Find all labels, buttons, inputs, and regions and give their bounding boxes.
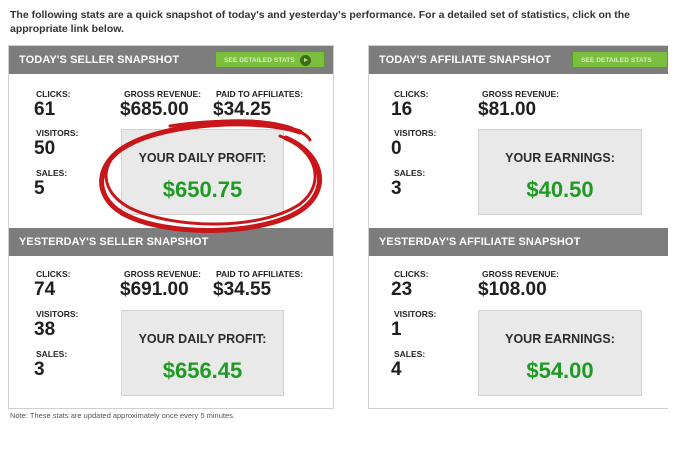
- gross-revenue-value: $685.00: [120, 99, 189, 120]
- gross-revenue-label: GROSS REVENUE:: [124, 269, 201, 279]
- clicks-value: 74: [34, 279, 56, 300]
- clicks-label: CLICKS:: [394, 269, 429, 279]
- gross-revenue-label: GROSS REVENUE:: [124, 89, 201, 99]
- gross-revenue-value: $691.00: [120, 279, 189, 300]
- sales-label: SALES:: [394, 168, 426, 178]
- intro-text: The following stats are a quick snapshot…: [10, 9, 630, 35]
- earnings-label: YOUR EARNINGS:: [505, 332, 615, 346]
- daily-profit-box: YOUR DAILY PROFIT: $656.45: [121, 310, 284, 396]
- visitors-value: 50: [34, 138, 56, 159]
- gross-revenue-label: GROSS REVENUE:: [482, 89, 559, 99]
- daily-profit-label: YOUR DAILY PROFIT:: [138, 151, 267, 165]
- paid-to-affiliates-label: PAID TO AFFILIATES:: [216, 89, 304, 99]
- paid-to-affiliates-value: $34.25: [213, 99, 272, 120]
- visitors-label: VISITORS:: [36, 309, 79, 319]
- seller-see-detailed-stats-button[interactable]: SEE DETAILED STATS: [215, 51, 325, 68]
- paid-to-affiliates-value: $34.55: [213, 279, 272, 300]
- affiliate-today-title: TODAY'S AFFILIATE SNAPSHOT: [379, 54, 552, 66]
- visitors-label: VISITORS:: [394, 128, 437, 138]
- gross-revenue-label: GROSS REVENUE:: [482, 269, 559, 279]
- affiliate-yesterday-title: YESTERDAY'S AFFILIATE SNAPSHOT: [379, 236, 581, 248]
- sales-value: 3: [391, 178, 402, 199]
- sales-value: 5: [34, 178, 45, 199]
- affiliate-button-label: SEE DETAILED STATS: [581, 57, 652, 64]
- visitors-label: VISITORS:: [36, 128, 79, 138]
- earnings-box: YOUR EARNINGS: $40.50: [478, 129, 642, 215]
- visitors-label: VISITORS:: [394, 309, 437, 319]
- earnings-label: YOUR EARNINGS:: [505, 151, 615, 165]
- seller-panel: TODAY'S SELLER SNAPSHOT SEE DETAILED STA…: [8, 45, 334, 409]
- gross-revenue-value: $108.00: [478, 279, 547, 300]
- affiliate-panel: TODAY'S AFFILIATE SNAPSHOT SEE DETAILED …: [368, 45, 668, 409]
- earnings-value: $54.00: [526, 358, 594, 383]
- seller-yesterday-header: YESTERDAY'S SELLER SNAPSHOT: [9, 228, 333, 256]
- sales-label: SALES:: [36, 168, 68, 178]
- visitors-value: 0: [391, 138, 402, 159]
- seller-button-label: SEE DETAILED STATS: [224, 57, 295, 64]
- daily-profit-box: YOUR DAILY PROFIT: $650.75: [121, 129, 284, 215]
- affiliate-today-header: TODAY'S AFFILIATE SNAPSHOT SEE DETAILED …: [369, 46, 668, 74]
- seller-today-header: TODAY'S SELLER SNAPSHOT SEE DETAILED STA…: [9, 46, 333, 74]
- visitors-value: 1: [391, 319, 402, 340]
- paid-to-affiliates-label: PAID TO AFFILIATES:: [216, 269, 304, 279]
- clicks-value: 23: [391, 279, 413, 300]
- sales-label: SALES:: [36, 349, 68, 359]
- sales-value: 4: [391, 359, 402, 380]
- sales-value: 3: [34, 359, 45, 380]
- clicks-label: CLICKS:: [36, 89, 71, 99]
- play-circle-icon: [299, 54, 311, 66]
- visitors-value: 38: [34, 319, 56, 340]
- clicks-value: 16: [391, 99, 413, 120]
- earnings-box: YOUR EARNINGS: $54.00: [478, 310, 642, 396]
- gross-revenue-value: $81.00: [478, 99, 537, 120]
- affiliate-yesterday-header: YESTERDAY'S AFFILIATE SNAPSHOT: [369, 228, 668, 256]
- seller-today-title: TODAY'S SELLER SNAPSHOT: [19, 54, 180, 66]
- earnings-value: $40.50: [526, 177, 594, 202]
- daily-profit-label: YOUR DAILY PROFIT:: [138, 332, 267, 346]
- seller-yesterday-title: YESTERDAY'S SELLER SNAPSHOT: [19, 236, 209, 248]
- clicks-value: 61: [34, 99, 56, 120]
- affiliate-see-detailed-stats-button[interactable]: SEE DETAILED STATS: [572, 51, 668, 68]
- clicks-label: CLICKS:: [36, 269, 71, 279]
- update-note: Note: These stats are updated approximat…: [10, 411, 235, 420]
- daily-profit-value: $656.45: [162, 358, 243, 383]
- clicks-label: CLICKS:: [394, 89, 429, 99]
- daily-profit-value: $650.75: [162, 177, 243, 202]
- sales-label: SALES:: [394, 349, 426, 359]
